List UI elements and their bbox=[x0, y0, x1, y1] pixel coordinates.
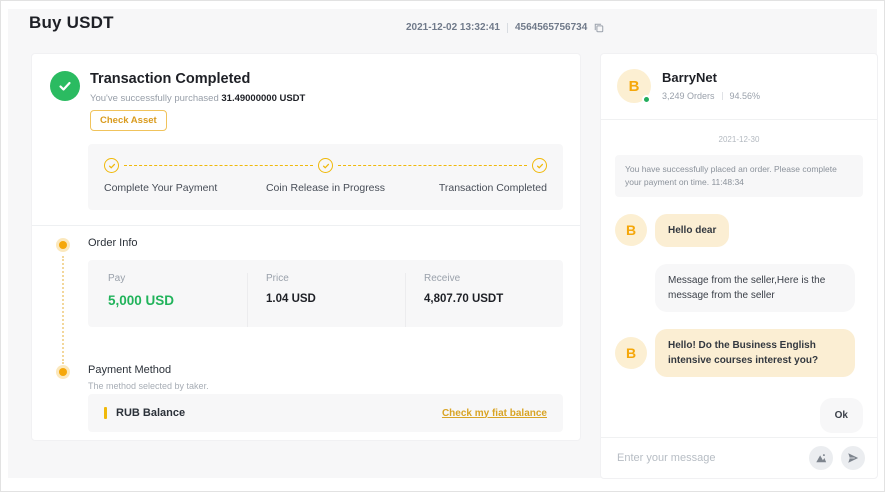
card-divider bbox=[32, 225, 580, 226]
seller-name[interactable]: BarryNet bbox=[662, 70, 717, 85]
receive-label: Receive bbox=[424, 273, 553, 284]
seller-avatar: B bbox=[615, 337, 647, 369]
order-info-title: Order Info bbox=[88, 237, 138, 249]
attach-image-icon[interactable] bbox=[809, 446, 833, 470]
order-id: 4564565756734 bbox=[515, 22, 587, 33]
buyer-message-bubble: Ok bbox=[820, 398, 863, 433]
meta-divider bbox=[507, 23, 508, 33]
chat-date: 2021-12-30 bbox=[615, 135, 863, 144]
chat-panel: B BarryNet 3,249 Orders 94.56% 2021-12-3… bbox=[600, 53, 878, 479]
success-check-icon bbox=[50, 71, 80, 101]
seller-orders: 3,249 Orders bbox=[662, 91, 715, 101]
status-subtitle: You've successfully purchased 31.4900000… bbox=[90, 93, 305, 104]
chat-header: B BarryNet 3,249 Orders 94.56% bbox=[601, 54, 877, 120]
seller-message-bubble: Hello dear bbox=[655, 214, 729, 247]
send-message-icon[interactable] bbox=[841, 446, 865, 470]
progress-steps: Complete Your Payment Coin Release in Pr… bbox=[88, 144, 563, 210]
seller-message-bubble: Hello! Do the Business English intensive… bbox=[655, 329, 855, 377]
price-value: 1.04 USD bbox=[266, 293, 395, 305]
purchased-amount: 31.49000000 USDT bbox=[221, 93, 305, 104]
chat-input-bar bbox=[601, 437, 877, 478]
step-label-1: Complete Your Payment bbox=[104, 182, 217, 194]
step-check-icon-1 bbox=[104, 158, 119, 173]
check-fiat-balance-link[interactable]: Check my fiat balance bbox=[442, 408, 547, 419]
order-timestamp: 2021-12-02 13:32:41 bbox=[406, 22, 500, 33]
price-label: Price bbox=[266, 273, 395, 284]
payment-method-box: RUB Balance Check my fiat balance bbox=[88, 394, 563, 432]
chat-message-row: Ok bbox=[615, 398, 863, 433]
seller-note-bubble: Message from the seller,Here is the mess… bbox=[655, 264, 855, 312]
step-label-3: Transaction Completed bbox=[439, 182, 547, 194]
copy-icon[interactable] bbox=[594, 23, 604, 33]
receive-value: 4,807.70 USDT bbox=[424, 293, 553, 305]
payment-method-title: Payment Method bbox=[88, 364, 171, 376]
seller-stats: 3,249 Orders 94.56% bbox=[662, 91, 760, 101]
payment-color-bar bbox=[104, 407, 107, 419]
seller-avatar: B bbox=[615, 214, 647, 246]
status-subtitle-text: You've successfully purchased bbox=[90, 93, 221, 104]
pay-value: 5,000 USD bbox=[108, 293, 237, 308]
order-meta: 2021-12-02 13:32:41 4564565756734 bbox=[406, 22, 604, 33]
status-title: Transaction Completed bbox=[90, 71, 250, 87]
system-message: You have successfully placed an order. P… bbox=[615, 155, 863, 197]
steps-track bbox=[104, 158, 547, 173]
steps-labels: Complete Your Payment Coin Release in Pr… bbox=[104, 182, 547, 196]
section-connector-line bbox=[62, 256, 64, 364]
buy-usdt-page: Buy USDT 2021-12-02 13:32:41 45645657567… bbox=[0, 0, 885, 492]
price-column: Price 1.04 USD bbox=[247, 273, 405, 327]
step-connector bbox=[338, 165, 527, 166]
chat-message-list[interactable]: 2021-12-30 You have successfully placed … bbox=[601, 120, 877, 437]
chat-message-row: B Hello dear bbox=[615, 214, 863, 247]
payment-method-subtitle: The method selected by taker. bbox=[88, 381, 209, 391]
transaction-card: Transaction Completed You've successfull… bbox=[31, 53, 581, 441]
step-label-2: Coin Release in Progress bbox=[266, 182, 385, 194]
stats-divider bbox=[722, 92, 723, 100]
seller-completion-rate: 94.56% bbox=[730, 91, 761, 101]
chat-message-row: Message from the seller,Here is the mess… bbox=[615, 264, 863, 312]
step-connector bbox=[124, 165, 313, 166]
pay-column: Pay 5,000 USD bbox=[108, 273, 247, 327]
chat-message-row: B Hello! Do the Business English intensi… bbox=[615, 329, 863, 377]
online-status-dot bbox=[642, 95, 651, 104]
page-title: Buy USDT bbox=[29, 13, 114, 33]
order-info-box: Pay 5,000 USD Price 1.04 USD Receive 4,8… bbox=[88, 260, 563, 327]
pay-label: Pay bbox=[108, 273, 237, 284]
message-input[interactable] bbox=[617, 452, 801, 464]
receive-column: Receive 4,807.70 USDT bbox=[405, 273, 563, 327]
payment-method-bullet-icon bbox=[59, 368, 67, 376]
payment-method-name: RUB Balance bbox=[116, 407, 185, 419]
check-asset-button[interactable]: Check Asset bbox=[90, 110, 167, 131]
order-info-bullet-icon bbox=[59, 241, 67, 249]
step-check-icon-3 bbox=[532, 158, 547, 173]
step-check-icon-2 bbox=[318, 158, 333, 173]
